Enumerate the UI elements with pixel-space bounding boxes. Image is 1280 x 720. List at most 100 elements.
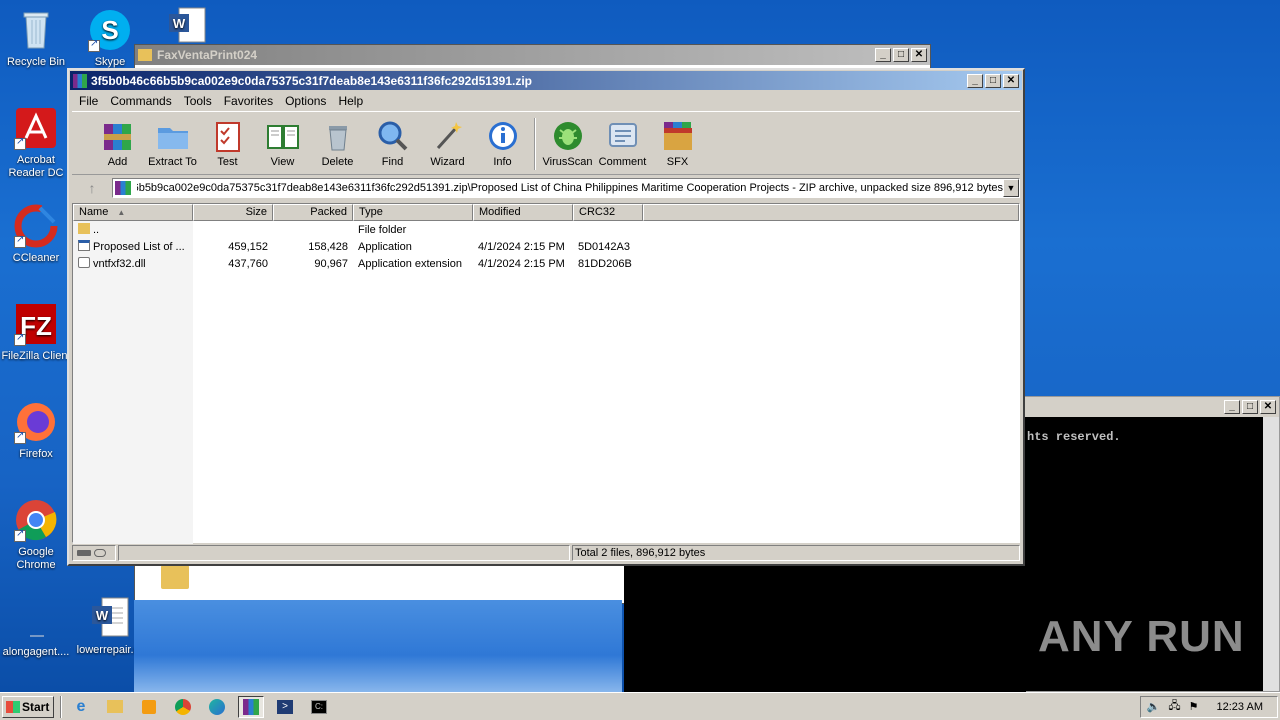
cmd-output-text: hts reserved. [1027,430,1121,444]
desktop-icon-label: Firefox [19,448,53,460]
comment-label: Comment [598,156,647,168]
svg-text:S: S [101,15,118,45]
edge-icon[interactable] [204,696,230,718]
file-crc: 5D0142A3 [578,240,630,253]
extract-to-button[interactable]: Extract To [145,112,200,168]
desktop-icon-label: CCleaner [12,252,60,264]
test-label: Test [217,156,238,168]
column-header-packed[interactable]: Packed [273,204,353,221]
shortcut-arrow-icon [14,234,26,248]
powershell-icon[interactable]: > [272,696,298,718]
desktop-icon-label: Recycle Bin [6,56,66,68]
desktop-icon-label: FileZilla Client [1,350,71,362]
application-icon [78,240,90,251]
wizard-button[interactable]: Wizard [420,112,475,168]
fax-window-title: FaxVentaPrint024 [157,48,258,62]
desktop-icon-alongagent[interactable]: alongagent.... [0,598,72,659]
menu-options[interactable]: Options [279,94,332,108]
menu-file[interactable]: File [73,94,104,108]
column-header-name[interactable]: Name ▲ [73,204,193,221]
menu-tools[interactable]: Tools [178,94,218,108]
chevron-down-icon[interactable]: ▼ [1003,179,1019,197]
recycle-bin-icon [14,8,58,52]
sfx-button[interactable]: SFX [650,112,705,168]
flag-icon[interactable]: ⚑ [1189,700,1199,713]
drive-icon [77,550,91,556]
skype-icon: S [88,8,132,52]
minimize-button[interactable]: _ [967,73,983,88]
column-header-modified[interactable]: Modified [473,204,573,221]
info-button[interactable]: Info [475,112,530,168]
start-button[interactable]: Start [2,695,54,718]
file-size: 459,152 [228,240,268,253]
virus-bug-icon [553,122,582,150]
column-header-crc32[interactable]: CRC32 [573,204,643,221]
cmd-titlebar[interactable]: _ □ ✕ [1025,397,1279,417]
file-list[interactable]: Name ▲ Size Packed Type Modified CRC32 .… [72,203,1020,544]
column-header-type[interactable]: Type [353,204,473,221]
chrome-icon[interactable] [170,696,196,718]
key-icon [94,549,106,557]
desktop-icon-recycle-bin[interactable]: Recycle Bin [0,8,72,69]
desktop-icon-firefox[interactable]: Firefox [0,400,72,461]
virusscan-button[interactable]: VirusScan [540,112,595,168]
close-button[interactable]: ✕ [1260,400,1276,414]
internet-explorer-icon[interactable]: e [68,696,94,718]
delete-button[interactable]: Delete [310,112,365,168]
test-button[interactable]: Test [200,112,255,168]
desktop-icon-ccleaner[interactable]: CCleaner [0,204,72,265]
menu-favorites[interactable]: Favorites [218,94,279,108]
winrar-taskbar-icon[interactable] [238,695,264,718]
file-type: Application [358,240,412,253]
comment-icon [608,123,637,147]
close-button[interactable]: ✕ [1003,73,1019,88]
media-player-icon[interactable] [136,696,162,718]
dll-gear-icon [78,257,90,268]
winrar-titlebar[interactable]: 3f5b0b46c66b5b9ca002e9c0da75375c31f7deab… [70,71,1022,90]
column-header-size[interactable]: Size [193,204,273,221]
minimize-button[interactable]: _ [875,48,891,62]
desktop-icon-acrobat[interactable]: Acrobat Reader DC [0,106,72,180]
menu-commands[interactable]: Commands [104,94,177,108]
wizard-label: Wizard [430,156,465,168]
comment-button[interactable]: Comment [595,112,650,168]
toolbar: Add Extract To Test View Delete Find Wiz… [72,111,1020,175]
table-row[interactable]: .. File folder [73,221,1019,238]
find-button[interactable]: Find [365,112,420,168]
close-button[interactable]: ✕ [911,48,927,62]
toolbar-separator [534,118,536,170]
info-icon [488,122,517,150]
table-row[interactable]: Proposed List of ... 459,152 158,428 App… [73,238,1019,255]
table-row[interactable]: vntfxf32.dll 437,760 90,967 Application … [73,255,1019,272]
anyrun-watermark: ANY RUN [1038,612,1245,662]
maximize-button[interactable]: □ [893,48,909,62]
desktop-icon-filezilla[interactable]: FZ FileZilla Client [0,302,72,363]
file-explorer-icon[interactable] [102,696,128,718]
archive-path-field[interactable]: ‎6b5b9ca002e9c0da75375c31f7deab8e143e631… [112,178,1020,198]
view-button[interactable]: View [255,112,310,168]
maximize-button[interactable]: □ [1242,400,1258,414]
file-type: File folder [358,223,407,236]
minimize-button[interactable]: _ [1224,400,1240,414]
desktop-icon-chrome[interactable]: Google Chrome [0,498,72,572]
ccleaner-icon [14,204,58,248]
chrome-icon [14,498,58,542]
menu-help[interactable]: Help [332,94,369,108]
magic-wand-icon [436,122,462,150]
file-type: Application extension [358,257,462,270]
maximize-button[interactable]: □ [985,73,1001,88]
cmd-icon[interactable]: C: [306,696,332,718]
svg-text:W: W [96,608,109,623]
add-label: Add [107,156,128,168]
fax-window-titlebar[interactable]: FaxVentaPrint024 _ □ ✕ [135,45,930,65]
speaker-icon[interactable]: 🔈 [1147,700,1161,713]
add-button[interactable]: Add [90,112,145,168]
scrollbar[interactable] [1263,417,1279,691]
filezilla-icon: FZ [14,302,58,346]
clock[interactable]: 12:23 AM [1217,701,1263,713]
status-bar: Total 2 files, 896,912 bytes [72,544,1020,562]
winrar-window[interactable]: 3f5b0b46c66b5b9ca002e9c0da75375c31f7deab… [67,68,1025,566]
network-icon[interactable]: 🖧 [1168,697,1180,716]
up-arrow-icon[interactable]: ↑ [72,180,112,196]
file-name: .. [93,224,100,236]
